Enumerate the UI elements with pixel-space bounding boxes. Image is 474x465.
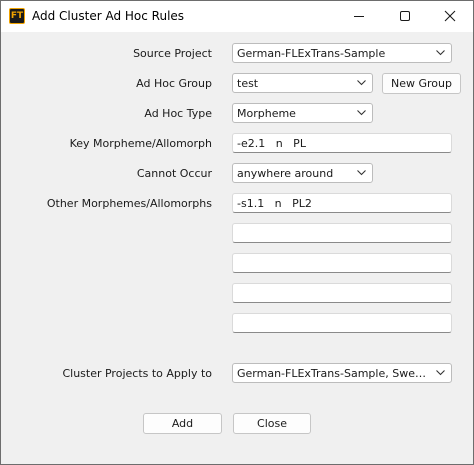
other-morpheme-field-5[interactable] [232,313,452,333]
minimize-icon [354,16,364,17]
key-morpheme-value: -e2.1 n PL [237,137,306,150]
ad-hoc-group-dropdown[interactable]: test [232,73,373,93]
chevron-down-icon [357,110,366,116]
source-project-dropdown[interactable]: German-FLExTrans-Sample [232,43,452,63]
ad-hoc-type-value: Morpheme [237,107,296,120]
other-morpheme-field-1[interactable]: -s1.1 n PL2 [232,193,452,213]
minimize-button[interactable] [336,1,382,32]
ad-hoc-group-label: Ad Hoc Group [136,77,212,90]
cannot-occur-dropdown[interactable]: anywhere around [232,163,373,183]
close-icon [444,10,456,22]
key-morpheme-label: Key Morpheme/Allomorph [69,137,212,150]
ad-hoc-type-label: Ad Hoc Type [144,107,212,120]
maximize-button[interactable] [382,1,428,32]
chevron-down-icon [436,370,445,376]
other-morpheme-value-1: -s1.1 n PL2 [237,197,312,210]
other-morpheme-field-2[interactable] [232,223,452,243]
chevron-down-icon [436,50,445,56]
maximize-icon [400,11,410,21]
cannot-occur-label: Cannot Occur [136,167,212,180]
chevron-down-icon [357,80,366,86]
close-button[interactable]: Close [233,413,311,434]
other-morpheme-field-4[interactable] [232,283,452,303]
title-bar[interactable]: FT Add Cluster Ad Hoc Rules [1,1,473,32]
key-morpheme-field[interactable]: -e2.1 n PL [232,133,452,153]
source-project-label: Source Project [133,47,212,60]
ad-hoc-group-value: test [237,77,259,90]
app-icon-text: FT [10,9,24,23]
source-project-value: German-FLExTrans-Sample [237,47,386,60]
cluster-projects-label: Cluster Projects to Apply to [62,367,212,380]
other-morphemes-label: Other Morphemes/Allomorphs [46,197,212,210]
cluster-projects-value: German-FLExTrans-Sample, Swedish-FLExTra… [237,367,429,380]
add-button[interactable]: Add [143,413,222,434]
cluster-projects-dropdown[interactable]: German-FLExTrans-Sample, Swedish-FLExTra… [232,363,452,383]
other-morpheme-field-3[interactable] [232,253,452,273]
new-group-button[interactable]: New Group [382,73,461,94]
close-window-button[interactable] [427,1,473,32]
window-title: Add Cluster Ad Hoc Rules [32,9,185,23]
cannot-occur-value: anywhere around [237,167,334,180]
chevron-down-icon [357,170,366,176]
ad-hoc-type-dropdown[interactable]: Morpheme [232,103,373,123]
app-icon: FT [9,8,25,24]
dialog-window: FT Add Cluster Ad Hoc Rules Source Proje… [0,0,474,465]
